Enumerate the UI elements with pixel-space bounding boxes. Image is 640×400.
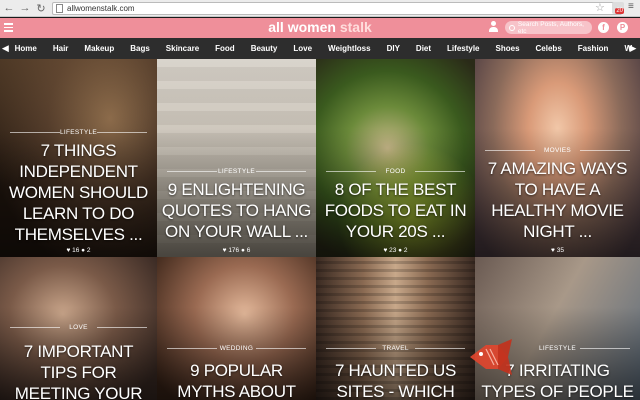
heart-icon: ♥ — [222, 247, 227, 254]
article-card[interactable]: TRAVEL 7 Haunted US Sites - Which — [316, 257, 475, 400]
article-title: 9 Enlightening Quotes to Hang on Your Wa… — [161, 180, 312, 241]
heart-icon: ♥ — [66, 247, 71, 254]
nav-item-home[interactable]: Home — [11, 44, 45, 53]
article-title: 7 Important Tips for Meeting Your — [14, 342, 143, 400]
article-title: 8 of the Best Foods to Eat in Your 20s .… — [324, 180, 467, 241]
search-icon — [509, 24, 515, 31]
divider — [580, 150, 630, 151]
article-title: 7 Haunted US Sites - Which — [334, 361, 457, 400]
nav-item-diet[interactable]: Diet — [408, 44, 439, 53]
article-grid: LIFESTYLE 7 Things Independent Women Sho… — [0, 59, 640, 400]
comment-count: 2 — [86, 247, 91, 254]
article-title: 9 Popular Myths about — [177, 361, 296, 400]
url-text: allwomenstalk.com — [67, 3, 135, 13]
facebook-icon[interactable]: f — [598, 22, 609, 33]
article-stats: ♥ 35 — [475, 247, 640, 254]
divider — [256, 348, 306, 349]
divider — [256, 171, 306, 172]
category-nav: ◀ Home Hair Makeup Bags Skincare Food Be… — [0, 38, 640, 59]
article-stats: ♥ 16 ● 2 — [0, 247, 157, 254]
article-card[interactable]: LIFESTYLE 7 Irritating Types of People — [475, 257, 640, 400]
back-icon[interactable]: ← — [2, 1, 16, 15]
article-stats: ♥ 23 ● 2 — [316, 247, 475, 254]
extension-icon[interactable]: 20 — [612, 2, 624, 14]
nav-item-hair[interactable]: Hair — [45, 44, 77, 53]
divider — [580, 348, 630, 349]
article-stats: ♥ 176 ● 6 — [157, 247, 316, 254]
divider — [97, 132, 147, 133]
pinterest-icon[interactable]: P — [617, 22, 628, 33]
divider — [415, 171, 465, 172]
comment-count: 6 — [246, 247, 251, 254]
divider — [326, 348, 376, 349]
divider — [415, 348, 465, 349]
browser-menu-icon[interactable]: ≡ — [628, 2, 638, 14]
heart-icon: ♥ — [551, 247, 555, 254]
site-header: all women stalk Search Posts, Authors, e… — [0, 18, 640, 38]
article-card[interactable]: WEDDING 9 Popular Myths about — [157, 257, 316, 400]
browser-toolbar: ← → ↻ allwomenstalk.com ☆ 20 ≡ — [0, 0, 640, 17]
page-icon — [56, 3, 63, 13]
nav-right-arrow-icon[interactable]: ▶ — [628, 43, 638, 54]
article-card[interactable]: FOOD 8 of the Best Foods to Eat in Your … — [316, 59, 475, 257]
divider — [97, 327, 147, 328]
nav-left-arrow-icon[interactable]: ◀ — [0, 43, 11, 54]
search-input[interactable]: Search Posts, Authors, etc — [505, 20, 592, 35]
comment-icon: ● — [240, 247, 245, 254]
comment-count: 2 — [403, 247, 408, 254]
article-title: 7 Things Independent Women Should Learn … — [8, 141, 149, 244]
nav-item-food[interactable]: Food — [207, 44, 243, 53]
like-count: 176 — [228, 247, 240, 254]
logo-text-accent: stalk — [339, 19, 372, 35]
article-card[interactable]: LIFESTYLE 9 Enlightening Quotes to Hang … — [157, 59, 316, 257]
like-count: 16 — [72, 247, 80, 254]
nav-item-beauty[interactable]: Beauty — [243, 44, 286, 53]
divider — [485, 150, 535, 151]
nav-item-bags[interactable]: Bags — [122, 44, 158, 53]
article-card[interactable]: LOVE 7 Important Tips for Meeting Your — [0, 257, 157, 400]
nav-item-makeup[interactable]: Makeup — [76, 44, 122, 53]
comment-icon: ● — [81, 247, 86, 254]
user-icon[interactable] — [487, 21, 499, 34]
nav-item-weightloss[interactable]: Weightloss — [320, 44, 379, 53]
forward-icon[interactable]: → — [18, 1, 32, 15]
logo-text-main: all women — [268, 19, 336, 35]
article-title: 7 Amazing Ways to Have a Healthy Movie N… — [487, 159, 628, 241]
like-count: 35 — [556, 247, 564, 254]
nav-item-love[interactable]: Love — [285, 44, 320, 53]
nav-item-fashion[interactable]: Fashion — [570, 44, 617, 53]
extension-badge: 20 — [615, 8, 624, 14]
reload-icon[interactable]: ↻ — [34, 1, 48, 15]
search-placeholder: Search Posts, Authors, etc — [517, 20, 584, 35]
divider — [167, 348, 217, 349]
nav-item-diy[interactable]: DIY — [379, 44, 408, 53]
article-card[interactable]: MOVIES 7 Amazing Ways to Have a Healthy … — [475, 59, 640, 257]
address-bar[interactable]: allwomenstalk.com — [52, 1, 622, 15]
like-count: 23 — [389, 247, 397, 254]
nav-item-lifestyle[interactable]: Lifestyle — [439, 44, 487, 53]
nav-item-shoes[interactable]: Shoes — [488, 44, 528, 53]
divider — [10, 132, 60, 133]
comment-icon: ● — [398, 247, 403, 254]
nav-item-skincare[interactable]: Skincare — [158, 44, 207, 53]
bookmark-star-icon[interactable]: ☆ — [595, 1, 605, 14]
divider — [167, 171, 217, 172]
divider — [326, 171, 376, 172]
heart-icon: ♥ — [383, 247, 388, 254]
divider — [10, 327, 60, 328]
article-card[interactable]: LIFESTYLE 7 Things Independent Women Sho… — [0, 59, 157, 257]
fish-mascot-icon[interactable] — [468, 339, 514, 375]
nav-item-celebs[interactable]: Celebs — [528, 44, 570, 53]
